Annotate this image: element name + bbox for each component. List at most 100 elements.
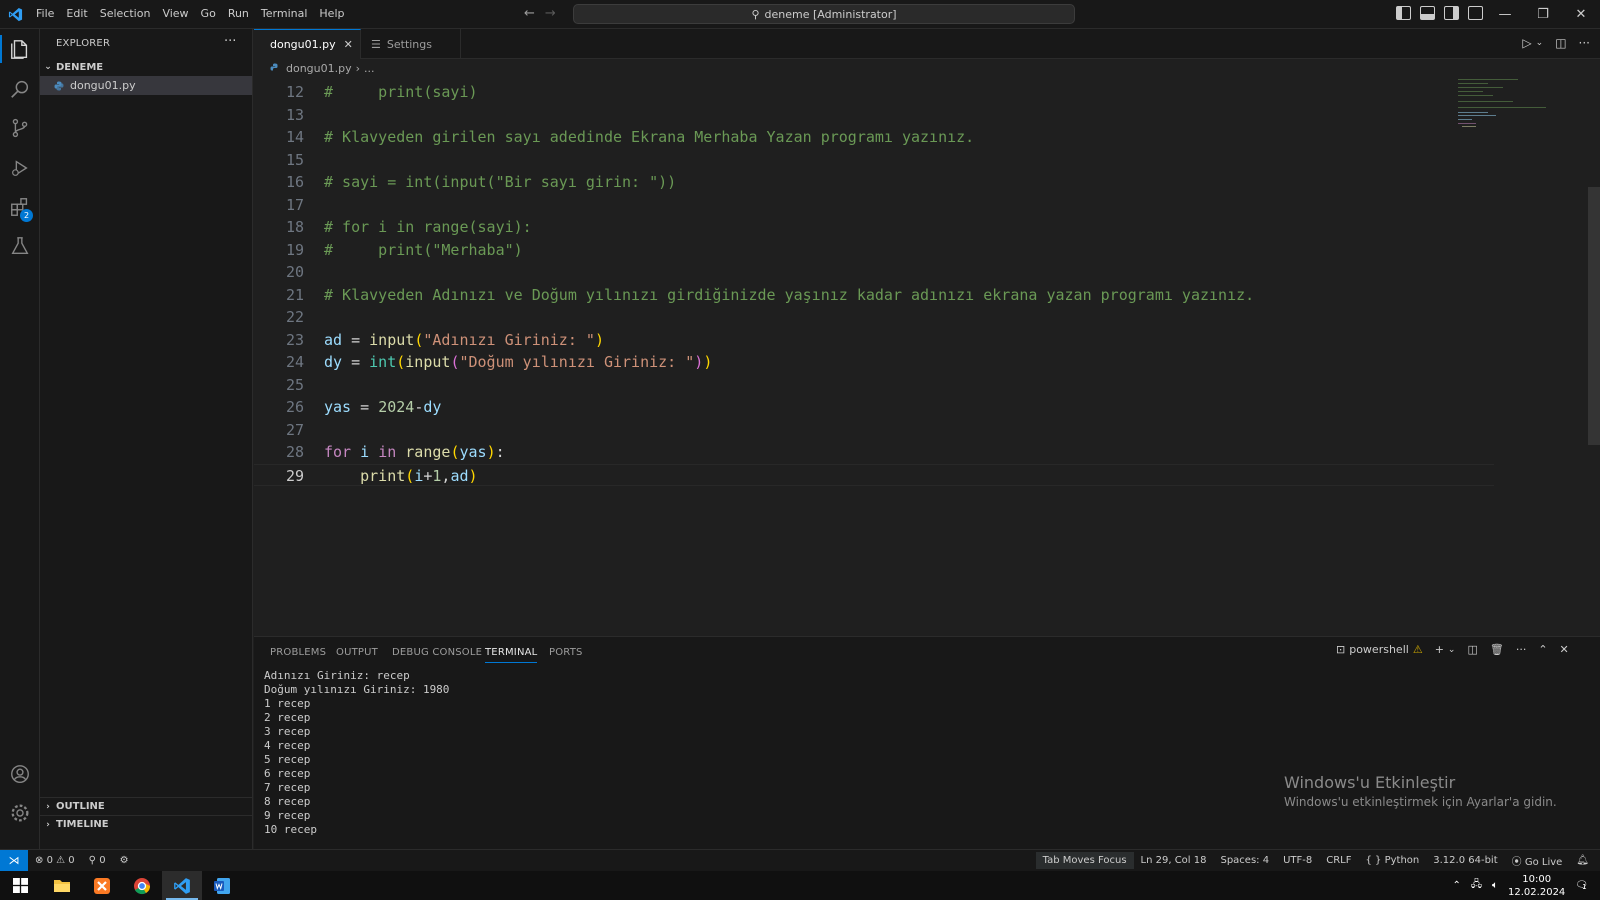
editor-scrollbar[interactable]: [1588, 187, 1600, 445]
menu-terminal[interactable]: Terminal: [255, 3, 314, 25]
terminal-shell-selector[interactable]: ⊡ powershell ⚠: [1336, 643, 1423, 656]
code-line[interactable]: 25: [254, 374, 1494, 397]
minimap[interactable]: [1458, 77, 1558, 137]
notifications-bell-icon[interactable]: 🔔︎: [1569, 855, 1596, 866]
restore-button[interactable]: ❐: [1524, 0, 1562, 29]
folder-header[interactable]: ⌄ DENEME: [40, 58, 253, 76]
accounts-icon[interactable]: [8, 762, 32, 786]
file-explorer-icon[interactable]: [42, 871, 82, 900]
tab-terminal[interactable]: TERMINAL: [485, 647, 538, 663]
code-line[interactable]: 29 print(i+1,ad): [254, 463, 1494, 486]
code-line[interactable]: 18 # for i in range(sayi):: [254, 216, 1494, 239]
testing-flask-icon[interactable]: [8, 234, 32, 258]
word-icon[interactable]: [202, 871, 242, 900]
run-python-file-icon[interactable]: ▷: [1522, 36, 1531, 50]
tab-settings[interactable]: ☰ Settings: [361, 29, 461, 59]
encoding-status[interactable]: UTF-8: [1276, 855, 1319, 866]
tab-moves-focus-status[interactable]: Tab Moves Focus: [1035, 852, 1134, 869]
code-line[interactable]: 16 # sayi = int(input("Bir sayı girin: ")…: [254, 171, 1494, 194]
vscode-taskbar-icon[interactable]: [162, 871, 202, 900]
remote-indicator-icon[interactable]: ⋊: [0, 850, 28, 871]
chevron-down-icon: ⌄: [44, 62, 52, 72]
menu-view[interactable]: View: [156, 3, 194, 25]
code-line[interactable]: 13: [254, 104, 1494, 127]
code-line[interactable]: 17: [254, 194, 1494, 217]
code-line[interactable]: 19 # print("Merhaba"): [254, 239, 1494, 262]
clock[interactable]: 10:00 12.02.2024: [1508, 873, 1565, 899]
go-live-status[interactable]: ⦿ Go Live: [1505, 853, 1570, 868]
close-panel-icon[interactable]: ✕: [1560, 643, 1569, 656]
volume-icon[interactable]: 🔈︎: [1492, 880, 1498, 891]
close-window-button[interactable]: ✕: [1562, 0, 1600, 29]
breadcrumb-rest[interactable]: ...: [364, 62, 375, 75]
indentation-status[interactable]: Spaces: 4: [1213, 855, 1276, 866]
search-icon[interactable]: [8, 77, 32, 101]
menu-run[interactable]: Run: [222, 3, 255, 25]
tab-ports[interactable]: PORTS: [549, 647, 583, 658]
code-line[interactable]: 23 ad = input("Adınızı Giriniz: "): [254, 329, 1494, 352]
minimize-button[interactable]: —: [1486, 0, 1524, 29]
code-line[interactable]: 14 # Klavyeden girilen sayı adedinde Ekra…: [254, 126, 1494, 149]
customize-layout-icon[interactable]: [1468, 6, 1483, 20]
split-terminal-icon[interactable]: ◫: [1467, 643, 1477, 656]
run-debug-icon[interactable]: [8, 156, 32, 180]
command-center-search[interactable]: ⚲ deneme [Administrator]: [573, 4, 1075, 24]
more-actions-icon[interactable]: ···: [1516, 643, 1527, 656]
toggle-primary-sidebar-icon[interactable]: [1396, 6, 1411, 20]
interpreter-status[interactable]: 3.12.0 64-bit: [1426, 855, 1504, 866]
problems-status[interactable]: ⊗ 0 ⚠ 0: [28, 855, 82, 866]
toggle-panel-icon[interactable]: [1420, 6, 1435, 20]
debug-status-icon[interactable]: ⚙: [113, 855, 136, 866]
language-status[interactable]: { } Python: [1359, 855, 1427, 866]
code-line[interactable]: 15: [254, 149, 1494, 172]
more-actions-icon[interactable]: ···: [224, 34, 236, 49]
chevron-down-icon[interactable]: ⌄: [1448, 645, 1456, 655]
menu-go[interactable]: Go: [195, 3, 222, 25]
menu-edit[interactable]: Edit: [60, 3, 93, 25]
code-editor[interactable]: 12 # print(sayi) 13 14 # Klavyeden girilen s…: [254, 77, 1600, 636]
cursor-position-status[interactable]: Ln 29, Col 18: [1134, 855, 1214, 866]
code-line[interactable]: 28 for i in range(yas):: [254, 441, 1494, 464]
tab-debug-console[interactable]: DEBUG CONSOLE: [392, 647, 482, 658]
toggle-secondary-sidebar-icon[interactable]: [1444, 6, 1459, 20]
tab-dongu01[interactable]: dongu01.py ✕: [254, 29, 361, 59]
close-icon[interactable]: ✕: [344, 38, 353, 51]
eol-status[interactable]: CRLF: [1319, 855, 1358, 866]
code-line[interactable]: 27: [254, 419, 1494, 442]
chevron-down-icon[interactable]: ⌄: [1536, 38, 1544, 50]
chevron-up-icon[interactable]: ⌃: [1452, 880, 1460, 891]
menu-help[interactable]: Help: [313, 3, 350, 25]
forward-arrow-icon[interactable]: →: [545, 6, 556, 21]
new-terminal-icon[interactable]: +: [1435, 643, 1444, 656]
windows-start-icon[interactable]: [0, 871, 40, 900]
ports-status[interactable]: ⚲ 0: [82, 855, 113, 866]
outline-section[interactable]: › OUTLINE: [40, 797, 253, 815]
back-arrow-icon[interactable]: ←: [524, 6, 535, 21]
code-line[interactable]: 22: [254, 306, 1494, 329]
file-item-dongu01[interactable]: dongu01.py: [40, 76, 252, 95]
source-control-icon[interactable]: [8, 116, 32, 140]
terminal-output[interactable]: Adınızı Giriniz: recep Doğum yılınızı Gir…: [264, 669, 449, 837]
code-line[interactable]: 26 yas = 2024-dy: [254, 396, 1494, 419]
code-line[interactable]: 24 dy = int(input("Doğum yılınızı Giriniz…: [254, 351, 1494, 374]
menu-selection[interactable]: Selection: [94, 3, 157, 25]
more-actions-icon[interactable]: ···: [1579, 36, 1590, 50]
code-line[interactable]: 12 # print(sayi): [254, 81, 1494, 104]
gear-icon[interactable]: [8, 801, 32, 825]
network-icon[interactable]: 🖧︎: [1471, 877, 1482, 894]
menu-file[interactable]: File: [30, 3, 60, 25]
xampp-icon[interactable]: [82, 871, 122, 900]
tab-problems[interactable]: PROBLEMS: [270, 647, 326, 658]
split-editor-icon[interactable]: ◫: [1555, 36, 1566, 50]
code-line[interactable]: 21 # Klavyeden Adınızı ve Doğum yılınızı …: [254, 284, 1494, 307]
code-lines[interactable]: 12 # print(sayi) 13 14 # Klavyeden girilen s…: [254, 81, 1494, 486]
trash-icon[interactable]: 🗑: [1490, 643, 1504, 656]
explorer-files-icon[interactable]: [8, 37, 32, 61]
code-line[interactable]: 20: [254, 261, 1494, 284]
breadcrumb-file[interactable]: dongu01.py: [286, 62, 352, 75]
maximize-panel-icon[interactable]: ⌃: [1538, 643, 1547, 656]
chrome-icon[interactable]: [122, 871, 162, 900]
tab-output[interactable]: OUTPUT: [336, 647, 378, 658]
notification-center-icon[interactable]: 🗨︎ 1: [1575, 880, 1588, 891]
timeline-section[interactable]: › TIMELINE: [40, 815, 253, 833]
